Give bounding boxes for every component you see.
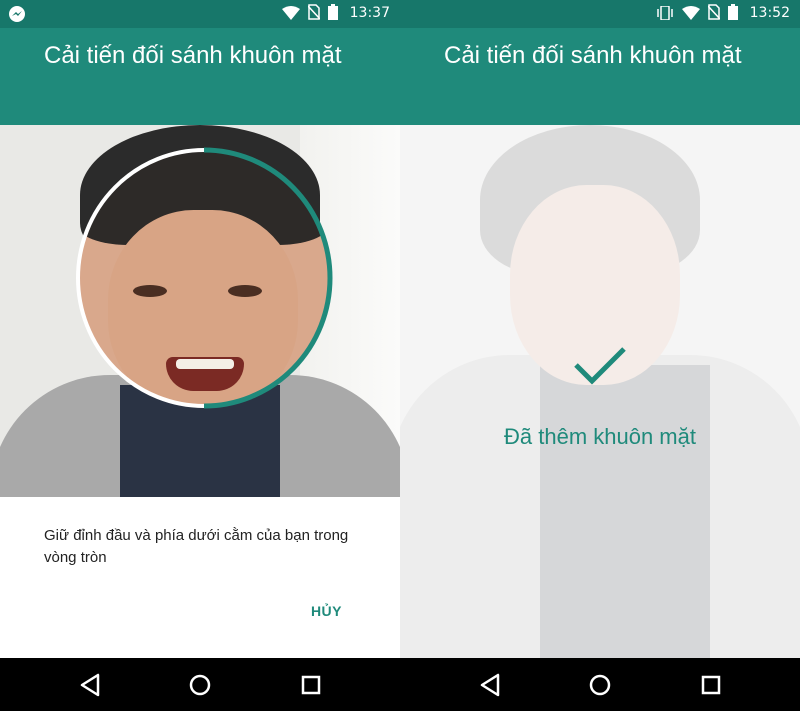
page-title: Cải tiến đối sánh khuôn mặt (44, 42, 342, 69)
back-icon[interactable] (76, 671, 104, 699)
status-bar: 13:37 (0, 0, 400, 28)
cancel-button[interactable]: HỦY (311, 603, 342, 619)
face-added-text: Đã thêm khuôn mặt (504, 424, 696, 449)
back-icon[interactable] (476, 671, 504, 699)
app-bar: Cải tiến đối sánh khuôn mặt (0, 28, 400, 125)
wifi-icon (682, 5, 700, 24)
camera-preview (400, 125, 800, 658)
recents-icon[interactable] (297, 671, 325, 699)
home-icon[interactable] (586, 671, 614, 699)
status-bar: 13:52 (400, 0, 800, 28)
no-sim-icon (707, 4, 721, 24)
clock: 13:52 (749, 5, 790, 21)
instruction-dialog: Giữ đỉnh đầu và phía dưới cằm của bạn tr… (0, 497, 400, 658)
no-sim-icon (307, 4, 321, 24)
face-progress-ring (76, 147, 333, 409)
navigation-bar (0, 658, 800, 711)
battery-icon (728, 4, 738, 24)
instruction-text: Giữ đỉnh đầu và phía dưới cằm của bạn tr… (44, 527, 349, 566)
left-screen: 13:37 Cải tiến đối sánh khuôn mặt Giữ đỉ… (0, 0, 400, 658)
home-icon[interactable] (186, 671, 214, 699)
check-icon (574, 347, 626, 385)
recents-icon[interactable] (697, 671, 725, 699)
vibrate-icon (656, 4, 674, 24)
page-title: Cải tiến đối sánh khuôn mặt (444, 42, 742, 69)
app-bar: Cải tiến đối sánh khuôn mặt (400, 28, 800, 125)
right-screen: 13:52 Cải tiến đối sánh khuôn mặt Đã thê… (400, 0, 800, 658)
battery-icon (328, 4, 338, 24)
clock: 13:37 (349, 5, 390, 21)
messenger-icon (8, 5, 26, 27)
wifi-icon (282, 5, 300, 24)
